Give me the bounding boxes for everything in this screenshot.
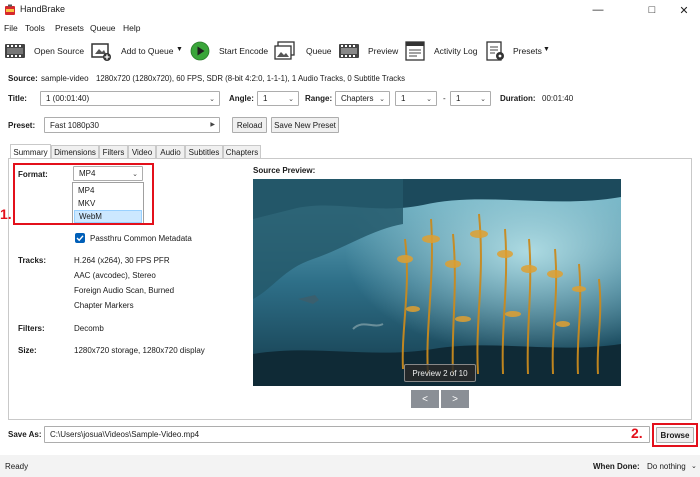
preset-value: Fast 1080p30 <box>50 120 99 130</box>
start-encode-label: Start Encode <box>219 46 269 56</box>
tab-video[interactable]: Video <box>128 145 156 158</box>
source-details: 1280x720 (1280x720), 60 FPS, SDR (8-bit … <box>96 74 406 83</box>
menu-file[interactable]: File <box>4 23 18 33</box>
size-label: Size: <box>18 346 37 355</box>
track-item: Foreign Audio Scan, Burned <box>74 286 175 295</box>
activity-log-icon <box>405 41 425 61</box>
handbrake-logo-icon <box>5 4 15 15</box>
next-preview-button[interactable]: > <box>441 390 469 408</box>
activity-log-label: Activity Log <box>434 46 478 56</box>
tab-audio[interactable]: Audio <box>156 145 185 158</box>
range-dash: - <box>443 94 446 103</box>
source-preview-image <box>253 179 621 386</box>
range-end-dropdown[interactable]: 1 ⌄ <box>450 91 491 106</box>
size-value: 1280x720 storage, 1280x720 display <box>74 346 205 355</box>
title-value: 1 (00:01:40) <box>46 94 90 103</box>
passthru-checkbox[interactable] <box>75 233 85 243</box>
chevron-down-icon: ⌄ <box>379 96 385 103</box>
close-button[interactable]: ✕ <box>664 0 700 20</box>
checkmark-icon <box>76 235 84 242</box>
activity-log-button[interactable]: Activity Log <box>404 39 478 63</box>
save-as-input[interactable]: C:\Users\josua\Videos\Sample-Video.mp4 <box>44 426 650 443</box>
tab-chapters[interactable]: Chapters <box>223 145 261 158</box>
title-dropdown[interactable]: 1 (00:01:40) ⌄ <box>40 91 220 106</box>
source-preview-label: Source Preview: <box>253 166 316 175</box>
angle-label: Angle: <box>229 94 254 103</box>
filters-value: Decomb <box>74 324 104 333</box>
open-source-label: Open Source <box>34 46 85 56</box>
minimize-button[interactable]: — <box>578 0 618 20</box>
chevron-down-icon: ⌄ <box>209 96 215 103</box>
chevron-down-icon[interactable]: ▼ <box>176 46 183 53</box>
browse-button[interactable]: Browse <box>656 427 694 443</box>
menu-help[interactable]: Help <box>123 23 140 33</box>
menu-queue[interactable]: Queue <box>90 23 116 33</box>
queue-button[interactable]: Queue <box>274 39 332 63</box>
when-done-dropdown[interactable]: Do nothing <box>647 462 686 471</box>
track-item: AAC (avcodec), Stereo <box>74 271 156 280</box>
queue-icon <box>274 41 295 60</box>
tab-filters[interactable]: Filters <box>99 145 128 158</box>
menu-presets[interactable]: Presets <box>55 23 84 33</box>
preview-label: Preview <box>368 46 399 56</box>
start-encode-button[interactable]: Start Encode <box>190 39 269 63</box>
annotation-step-2: 2. <box>631 425 643 441</box>
tab-summary[interactable]: Summary <box>10 144 51 159</box>
angle-dropdown[interactable]: 1 ⌄ <box>257 91 299 106</box>
save-new-preset-button[interactable]: Save New Preset <box>271 117 339 133</box>
range-type-value: Chapters <box>341 94 374 103</box>
add-queue-icon <box>91 43 111 61</box>
chevron-down-icon[interactable]: ▼ <box>543 46 550 53</box>
chevron-down-icon[interactable]: ⌄ <box>691 462 697 470</box>
window-title: HandBrake <box>20 4 66 14</box>
source-name: sample-video <box>41 74 89 83</box>
range-start-dropdown[interactable]: 1 ⌄ <box>395 91 437 106</box>
tab-subtitles[interactable]: Subtitles <box>185 145 223 158</box>
tab-dimensions[interactable]: Dimensions <box>51 145 99 158</box>
preset-selector[interactable]: Fast 1080p30 ▶ <box>44 117 220 133</box>
save-as-path: C:\Users\josua\Videos\Sample-Video.mp4 <box>50 430 200 439</box>
passthru-label: Passthru Common Metadata <box>90 234 192 243</box>
chevron-right-icon: ▶ <box>210 122 215 128</box>
angle-value: 1 <box>263 94 268 103</box>
duration-label: Duration: <box>500 94 536 103</box>
chevron-down-icon: ⌄ <box>288 96 294 103</box>
play-icon <box>190 41 210 61</box>
previous-preview-button[interactable]: < <box>411 390 439 408</box>
title-label: Title: <box>8 94 27 103</box>
presets-label: Presets <box>513 46 542 56</box>
tracks-label: Tracks: <box>18 256 47 265</box>
film-strip-icon <box>5 44 25 58</box>
add-to-queue-button[interactable]: Add to Queue ▼ <box>90 39 186 63</box>
range-end-value: 1 <box>456 94 461 103</box>
annotation-box-1 <box>13 163 154 225</box>
menu-tools[interactable]: Tools <box>25 23 45 33</box>
queue-label: Queue <box>306 46 332 56</box>
chevron-down-icon: ⌄ <box>480 96 486 103</box>
range-type-dropdown[interactable]: Chapters ⌄ <box>335 91 390 106</box>
track-item: H.264 (x264), 30 FPS PFR <box>74 256 170 265</box>
range-label: Range: <box>305 94 333 103</box>
film-preview-icon <box>339 44 359 58</box>
open-source-button[interactable]: Open Source <box>4 39 85 63</box>
track-item: Chapter Markers <box>74 301 134 310</box>
range-start-value: 1 <box>401 94 406 103</box>
reload-button[interactable]: Reload <box>232 117 267 133</box>
annotation-step-1: 1. <box>0 206 12 222</box>
duration-value: 00:01:40 <box>542 94 574 103</box>
chevron-down-icon: ⌄ <box>426 96 432 103</box>
preview-counter: Preview 2 of 10 <box>404 364 476 382</box>
preset-label: Preset: <box>8 121 36 130</box>
when-done-label: When Done: <box>593 462 640 471</box>
source-label: Source: <box>8 74 38 83</box>
presets-icon <box>486 41 504 61</box>
preview-button[interactable]: Preview <box>338 39 400 63</box>
save-as-label: Save As: <box>8 430 42 439</box>
presets-button[interactable]: Presets ▼ <box>484 39 552 63</box>
add-to-queue-label: Add to Queue <box>121 46 174 56</box>
filters-label: Filters: <box>18 324 45 333</box>
status-text: Ready <box>5 462 29 471</box>
